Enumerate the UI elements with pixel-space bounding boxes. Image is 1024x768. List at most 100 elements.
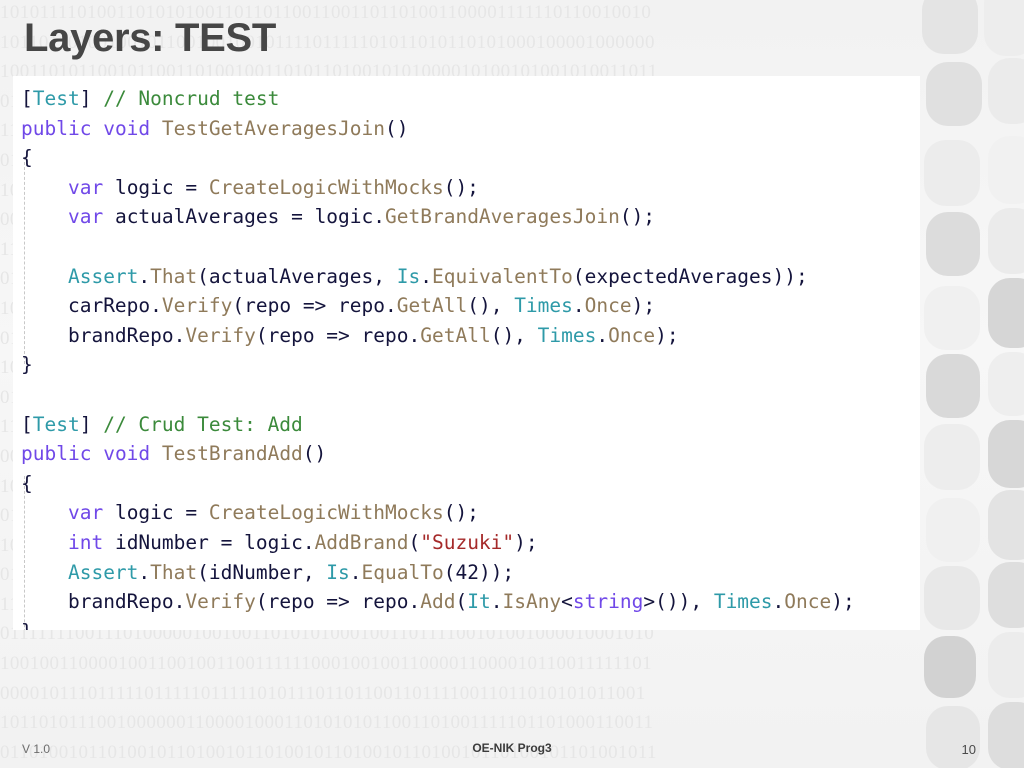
code-token-meth: GetBrandAveragesJoin (385, 205, 620, 229)
code-token-kw: var (67, 175, 104, 199)
code-token-meth: EquivalentTo (431, 264, 573, 288)
code-token-punc: (); (443, 175, 479, 199)
decorative-blob (988, 632, 1024, 698)
code-token-punc: [ (21, 87, 33, 110)
code-token-punc: ] (79, 87, 104, 110)
decorative-blob-column (904, 0, 1024, 768)
code-token-punc: . (373, 205, 386, 229)
code-token-punc: () (302, 442, 327, 466)
code-token-punc: ( (455, 590, 468, 614)
code-token-id: brandRepo (67, 590, 174, 614)
code-token-id: brandRepo (67, 323, 174, 347)
code-token-meth: Verify (161, 294, 233, 318)
decorative-blob (924, 286, 980, 350)
code-token-punc: . (138, 560, 151, 584)
code-token-punc: . (596, 323, 609, 347)
code-token-punc (150, 117, 162, 140)
code-token-punc: ); (631, 294, 656, 318)
code-panel: [Test] // Noncrud test public void TestG… (13, 76, 920, 630)
code-token-punc: = (208, 530, 245, 554)
code-line: } (21, 353, 33, 376)
code-token-kw: var (67, 501, 104, 525)
code-token-punc: . (420, 264, 432, 288)
code-token-id: logic (314, 205, 374, 229)
code-line: var logic = CreateLogicWithMocks(); (21, 501, 479, 524)
code-token-id: logic (114, 501, 174, 525)
code-token-id: actualAverages (114, 205, 280, 229)
footer-version-label: V 1.0 (22, 742, 51, 756)
code-token-punc: ] (79, 412, 104, 436)
code-line: Assert.That(actualAverages, Is.Equivalen… (21, 265, 808, 288)
code-token-type: Times (713, 590, 773, 614)
code-token-num: 42 (455, 560, 479, 584)
code-line: } (21, 620, 33, 630)
code-token-id: repo (361, 323, 409, 347)
code-token-punc: . (385, 294, 397, 318)
code-token-punc: ( (197, 264, 209, 288)
code-token-type: Times (537, 323, 597, 347)
code-token-punc (21, 561, 68, 584)
code-line: carRepo.Verify(repo => repo.GetAll(), Ti… (21, 294, 655, 317)
code-token-meth: Once (584, 294, 632, 318)
code-token-meth: AddBrand (314, 530, 409, 554)
code-token-punc (21, 294, 68, 317)
code-token-punc: ); (514, 530, 538, 554)
code-token-punc (103, 531, 115, 554)
code-token-punc: = (279, 205, 315, 229)
code-line: public void TestGetAveragesJoin() (21, 117, 408, 140)
code-token-str: "Suzuki" (420, 530, 515, 554)
code-token-punc: (), (490, 323, 538, 347)
code-token-type: Times (514, 294, 573, 318)
code-line: [Test] // Crud Test: Add (21, 413, 303, 436)
code-token-punc: . (408, 590, 421, 614)
code-token-meth: Once (784, 590, 832, 614)
code-token-punc (150, 442, 162, 465)
code-token-cmt: // Crud Test: Add (103, 412, 303, 436)
decorative-blob (926, 354, 980, 418)
code-token-id: repo (244, 294, 292, 318)
code-token-kw: public (21, 442, 92, 466)
code-token-kw: void (103, 116, 151, 140)
code-token-punc (103, 176, 115, 199)
code-token-type: Assert (67, 560, 139, 584)
code-token-id: repo (267, 590, 315, 614)
code-token-punc: (), (467, 294, 515, 318)
code-token-type: Test (32, 412, 80, 436)
code-token-punc: => (291, 294, 339, 318)
code-token-punc (91, 442, 103, 465)
code-token-meth: Once (608, 323, 656, 347)
code-token-punc: ); (655, 323, 679, 347)
code-token-punc: ( (232, 294, 245, 318)
code-token-punc: ( (197, 560, 209, 584)
code-line: var logic = CreateLogicWithMocks(); (21, 176, 479, 199)
code-token-id: logic (244, 530, 303, 554)
code-token-id: repo (338, 294, 386, 318)
code-line: [Test] // Noncrud test (21, 87, 279, 110)
code-token-punc: ( (443, 560, 456, 584)
code-token-punc (103, 501, 115, 524)
code-token-punc (21, 501, 68, 524)
code-token-punc: } (21, 353, 33, 377)
code-token-id: carRepo (67, 294, 151, 318)
decorative-blob (922, 0, 978, 54)
code-token-punc: () (384, 116, 409, 140)
code-block: [Test] // Noncrud test public void TestG… (21, 84, 920, 630)
code-token-punc: } (21, 620, 33, 630)
code-token-id: idNumber (114, 530, 209, 554)
code-token-punc: => (314, 590, 362, 614)
code-token-punc: ( (408, 530, 421, 554)
code-token-punc (91, 117, 103, 140)
code-token-meth: GetAll (420, 323, 491, 347)
code-token-punc (21, 590, 68, 613)
code-token-cmt: // Noncrud test (103, 87, 280, 110)
code-token-type: It (467, 590, 491, 614)
code-token-punc (21, 205, 68, 228)
footer-page-number: 10 (961, 742, 976, 757)
footer-course-label: OE-NIK Prog3 (472, 741, 552, 755)
code-line: var actualAverages = logic.GetBrandAvera… (21, 205, 655, 228)
code-line: { (21, 472, 33, 495)
decorative-blob (924, 636, 976, 698)
decorative-blob (988, 562, 1024, 628)
code-token-punc: . (302, 530, 315, 554)
decorative-blob (988, 352, 1024, 416)
